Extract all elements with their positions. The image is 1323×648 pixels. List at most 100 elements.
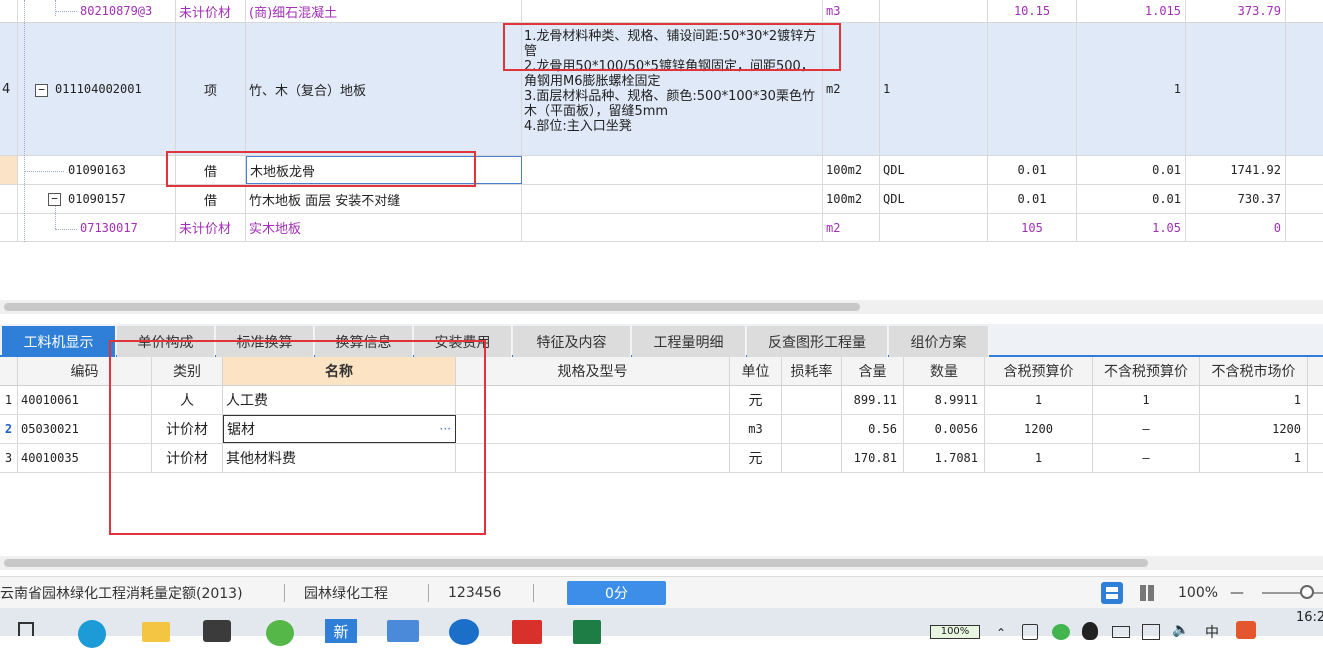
spec-cell[interactable]	[456, 444, 730, 472]
scrollbar-thumb[interactable]	[4, 303, 860, 311]
file-explorer-icon[interactable]	[142, 622, 170, 642]
spec-cell[interactable]	[456, 415, 730, 443]
name-cell[interactable]: (商)细石混凝土	[246, 0, 522, 22]
tax-price-cell[interactable]: 1	[985, 386, 1093, 414]
description-cell[interactable]	[522, 185, 823, 213]
app-icon[interactable]	[449, 619, 479, 645]
tab-features-content[interactable]: 特征及内容	[513, 326, 631, 357]
chevron-up-icon[interactable]: ⌃	[996, 626, 1006, 640]
qq-icon[interactable]	[1082, 622, 1098, 640]
column-header-loss-rate[interactable]: 损耗率	[782, 357, 842, 385]
loss-rate-cell[interactable]	[782, 444, 842, 472]
column-header-category[interactable]: 类别	[152, 357, 223, 385]
column-header-notax-price[interactable]: 不含税预算价	[1093, 357, 1200, 385]
table-row[interactable]: 3 40010035 计价材 其他材料费 元 170.81 1.7081 1 —…	[0, 444, 1323, 473]
scrollbar-thumb[interactable]	[4, 559, 1148, 567]
tree-line	[55, 205, 56, 229]
price-cell: 373.79	[1186, 0, 1286, 22]
zoom-out-button[interactable]: —	[1230, 577, 1244, 609]
name-edit-cell[interactable]: 木地板龙骨	[246, 156, 522, 184]
tax-price-cell[interactable]: 1	[985, 444, 1093, 472]
tab-standard-conversion[interactable]: 标准换算	[216, 326, 314, 357]
quantity-cell: 10.15	[988, 0, 1077, 22]
app-icon[interactable]	[387, 620, 419, 642]
collapse-icon[interactable]: −	[48, 193, 61, 206]
horizontal-scrollbar[interactable]	[0, 300, 1323, 314]
tab-unit-price-composition[interactable]: 单价构成	[117, 326, 215, 357]
sogou-ime-icon[interactable]	[1236, 621, 1256, 639]
type-cell: 借	[176, 156, 246, 184]
market-price-cell[interactable]: 1200	[1200, 415, 1308, 443]
clock[interactable]: 16:2	[1296, 610, 1323, 625]
tab-installation-cost[interactable]: 安装费用	[414, 326, 512, 357]
market-price-cell[interactable]: 1	[1200, 386, 1308, 414]
content-cell[interactable]: 170.81	[842, 444, 904, 472]
table-row[interactable]: 1 40010061 人 人工费 元 899.11 8.9911 1 1 1	[0, 386, 1323, 415]
score-button[interactable]: 0分	[567, 581, 666, 605]
price-cell	[1186, 23, 1286, 155]
tab-reverse-graphic-quantity[interactable]: 反查图形工程量	[747, 326, 888, 357]
tab-conversion-info[interactable]: 换算信息	[315, 326, 413, 357]
battery-indicator[interactable]: 100%	[930, 625, 980, 639]
name-cell[interactable]: 竹、木（复合）地板	[246, 23, 522, 155]
zoom-slider[interactable]	[1262, 585, 1323, 599]
network-icon[interactable]	[1142, 624, 1160, 640]
description-cell[interactable]: 1.龙骨材料种类、规格、铺设间距:50*30*2镀锌方管 2.龙骨用50*100…	[522, 23, 823, 155]
horizontal-scrollbar[interactable]	[0, 556, 1323, 570]
app-icon[interactable]	[266, 620, 294, 646]
table-row-selected[interactable]: 4 011104002001 项 竹、木（复合）地板 1.龙骨材料种类、规格、铺…	[0, 23, 1323, 156]
table-row[interactable]: 01090157 借 竹木地板 面层 安装不对缝 100m2 QDL 0.01 …	[0, 185, 1323, 214]
tab-quantity-details[interactable]: 工程量明细	[632, 326, 746, 357]
description-cell[interactable]	[522, 156, 823, 184]
column-header-spec[interactable]: 规格及型号	[456, 357, 730, 385]
tab-pricing-scheme[interactable]: 组价方案	[889, 326, 989, 357]
code-cell: 07130017	[18, 214, 176, 241]
wechat-icon[interactable]	[1052, 624, 1070, 640]
description-cell[interactable]	[522, 214, 823, 241]
edge-browser-icon[interactable]	[78, 620, 106, 648]
table-row[interactable]: 2 05030021 计价材 锯材 ··· m3 0.56 0.0056 120…	[0, 415, 1323, 444]
table-row[interactable]: 07130017 未计价材 实木地板 m2 105 1.05 0	[0, 214, 1323, 242]
name-cell[interactable]: 竹木地板 面层 安装不对缝	[246, 185, 522, 213]
expression-cell: QDL	[880, 156, 988, 184]
tab-labor-material-machine[interactable]: 工料机显示	[2, 326, 116, 357]
task-view-icon[interactable]	[18, 622, 34, 636]
zoom-slider-handle[interactable]	[1300, 585, 1314, 599]
divider	[428, 584, 429, 602]
loss-rate-cell[interactable]	[782, 415, 842, 443]
more-icon[interactable]: ···	[440, 422, 451, 436]
column-header-content[interactable]: 含量	[842, 357, 904, 385]
column-header-market-price[interactable]: 不含税市场价	[1200, 357, 1308, 385]
column-header-unit[interactable]: 单位	[730, 357, 782, 385]
unit-cell: m3	[823, 0, 880, 22]
ime-indicator[interactable]: 中	[1205, 622, 1219, 642]
name-edit-cell[interactable]: 锯材 ···	[223, 415, 456, 443]
column-header-name[interactable]: 名称	[223, 357, 456, 385]
market-price-cell[interactable]: 1	[1200, 444, 1308, 472]
excel-icon[interactable]	[573, 620, 601, 644]
tree-line	[55, 0, 56, 16]
tax-price-cell[interactable]: 1200	[985, 415, 1093, 443]
column-header-code[interactable]: 编码	[18, 357, 152, 385]
category-cell: 计价材	[152, 444, 223, 472]
store-icon[interactable]	[203, 620, 231, 642]
view-list-icon[interactable]	[1101, 582, 1123, 604]
view-split-icon[interactable]	[1138, 585, 1156, 601]
tray-icon[interactable]	[1022, 624, 1038, 640]
name-cell[interactable]: 其他材料费	[223, 444, 456, 472]
tray-icon[interactable]	[1112, 626, 1130, 638]
table-row[interactable]: 01090163 借 木地板龙骨 100m2 QDL 0.01 0.01 174…	[0, 156, 1323, 185]
code-cell: 40010035	[18, 444, 111, 472]
name-cell[interactable]: 人工费	[223, 386, 456, 414]
spec-cell[interactable]	[456, 386, 730, 414]
name-cell[interactable]: 实木地板	[246, 214, 522, 241]
loss-rate-cell[interactable]	[782, 386, 842, 414]
column-header-amount[interactable]: 数量	[904, 357, 985, 385]
collapse-icon[interactable]: −	[35, 84, 48, 97]
table-row[interactable]: 80210879@3 未计价材 (商)细石混凝土 m3 10.15 1.015 …	[0, 0, 1323, 23]
app-icon[interactable]	[512, 620, 542, 644]
glodon-app-icon[interactable]: 新	[325, 619, 357, 643]
column-header-tax-price[interactable]: 含税预算价	[985, 357, 1093, 385]
content-cell[interactable]: 899.11	[842, 386, 904, 414]
content-cell[interactable]: 0.56	[842, 415, 904, 443]
